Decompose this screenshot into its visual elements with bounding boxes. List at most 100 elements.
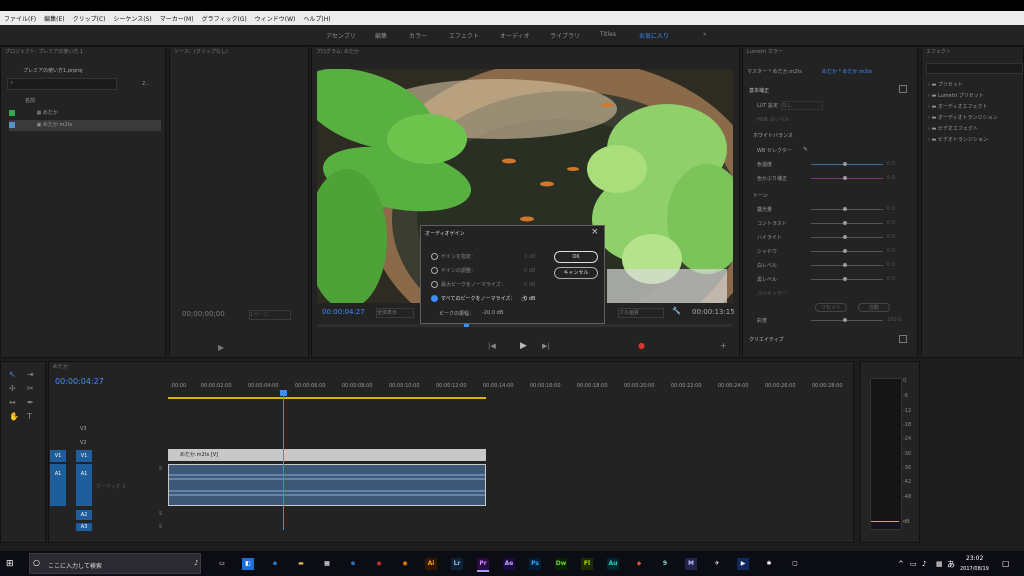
highlight-value[interactable]: 0.0 [887, 234, 895, 240]
project-panel-header[interactable]: プロジェクト: プレミアの使い方 1 [1, 47, 165, 58]
contrast-slider[interactable] [811, 223, 883, 224]
after-effects-icon[interactable]: Ae [503, 558, 515, 570]
dreamweaver-icon[interactable]: Dw [555, 558, 567, 570]
creative-header[interactable]: クリエイティブ [749, 336, 784, 343]
app-icon-gear[interactable]: ✱ [763, 558, 775, 570]
lut-select[interactable]: なし [781, 101, 823, 110]
pen-tool-icon[interactable]: ✒ [27, 398, 34, 407]
program-play-button[interactable]: ▶ [520, 341, 527, 351]
keyboard-icon[interactable]: ▦ [936, 560, 943, 568]
taskbar-search-box[interactable]: ○ ここに入力して検索 ♪ [29, 553, 201, 574]
gain-set-option[interactable]: ゲインを指定： [431, 253, 476, 260]
auto-button[interactable]: 自動 [858, 303, 890, 312]
temperature-value[interactable]: 0.0 [887, 161, 895, 167]
ok-button[interactable]: OK [554, 251, 598, 263]
audition-icon[interactable]: Au [607, 558, 619, 570]
program-current-timecode[interactable]: 00:00:04:27 [322, 308, 365, 316]
shadow-knob[interactable] [843, 249, 847, 253]
creative-checkbox[interactable] [899, 335, 907, 343]
exposure-knob[interactable] [843, 207, 847, 211]
saturation-knob[interactable] [843, 318, 847, 322]
tab-assembly[interactable]: アセンブリ [326, 31, 356, 40]
lumetri-master-label[interactable]: マスター * めだか.m2ts [747, 68, 802, 75]
menu-sequence[interactable]: シーケンス(S) [110, 14, 156, 23]
notification-icon[interactable]: ▢ [1002, 559, 1010, 568]
step-forward-icon[interactable]: ▶| [542, 342, 550, 350]
gain-set-value[interactable]: 0 dB [524, 254, 535, 260]
photoshop-icon[interactable]: Ps [529, 558, 541, 570]
solo-a2-label[interactable]: S [159, 511, 162, 517]
saturation-slider[interactable] [811, 320, 883, 321]
radio-selected-icon[interactable] [431, 295, 438, 302]
source-patch-a1[interactable]: A1 [50, 464, 66, 506]
pinned-app-icon[interactable]: ◧ [242, 558, 254, 570]
video-clip[interactable]: めだか.m2ts [V] [168, 449, 486, 461]
timeline-tab[interactable]: めだか [49, 362, 853, 373]
ripple-tool-icon[interactable]: ✢ [9, 384, 16, 393]
project-search-input[interactable]: ⌕ [7, 78, 117, 90]
tint-slider[interactable] [811, 178, 883, 179]
tab-titles[interactable]: Titles [600, 31, 616, 38]
illustrator-icon[interactable]: Ai [425, 558, 437, 570]
type-tool-icon[interactable]: T [27, 412, 32, 421]
tab-color[interactable]: カラー [409, 31, 427, 40]
chrome-icon[interactable]: ◉ [373, 558, 385, 570]
tab-effects[interactable]: エフェクト [449, 31, 479, 40]
source-page-select[interactable]: 1ページ [249, 310, 291, 320]
add-button-icon[interactable]: + [720, 341, 727, 350]
effects-item-presets[interactable]: › ▬ プリセット [928, 81, 963, 88]
audio-clip[interactable] [168, 464, 486, 506]
temperature-slider[interactable] [811, 164, 883, 165]
menu-help[interactable]: ヘルプ(H) [299, 14, 334, 23]
effects-item-video-effects[interactable]: › ▬ ビデオエフェクト [928, 125, 978, 132]
network-icon[interactable]: ▭ [910, 560, 917, 568]
record-icon[interactable]: ● [638, 341, 645, 350]
clock-time[interactable]: 23:02 [966, 555, 983, 562]
tab-favorites[interactable]: お気に入り [639, 31, 669, 40]
lumetri-clip-label[interactable]: めだか * めだか.m2ts [822, 68, 872, 75]
solo-a3-label[interactable]: S [159, 524, 162, 530]
gain-adjust-option[interactable]: ゲインの調整： [431, 267, 476, 274]
effects-search-input[interactable] [926, 63, 1023, 74]
white-level-value[interactable]: 0.0 [887, 262, 895, 268]
exposure-slider[interactable] [811, 209, 883, 210]
menu-graphic[interactable]: グラフィック(G) [198, 14, 251, 23]
eyedropper-icon[interactable]: ✎ [803, 146, 808, 153]
track-a2-label[interactable]: A2 [76, 510, 92, 520]
wrench-icon[interactable]: 🔧 [672, 307, 681, 315]
tint-value[interactable]: 0.0 [887, 175, 895, 181]
project-item-clip[interactable]: ▣ めだか.m2ts [9, 120, 161, 131]
firefox-icon[interactable]: ◉ [399, 558, 411, 570]
app-icon-pin[interactable]: ✈ [711, 558, 723, 570]
highlight-slider[interactable] [811, 237, 883, 238]
file-explorer-icon[interactable]: ▬ [295, 558, 307, 570]
source-panel-header[interactable]: ソース：(クリップなし) [170, 47, 308, 58]
reset-button[interactable]: リセット [815, 303, 847, 312]
microphone-icon[interactable]: ♪ [194, 559, 198, 567]
effects-item-audio-transitions[interactable]: › ▬ オーディオトランジション [928, 114, 998, 121]
slip-tool-icon[interactable]: ↔ [9, 398, 16, 407]
store-icon[interactable]: ▦ [321, 558, 333, 570]
hand-tool-icon[interactable]: ✋ [9, 412, 19, 421]
app-icon-orange[interactable]: ◆ [633, 558, 645, 570]
normalize-max-peak-value[interactable]: 0 dB [524, 282, 535, 288]
track-a1-label[interactable]: A1 [76, 464, 92, 506]
app-icon-nine[interactable]: 9 [659, 558, 671, 570]
premiere-icon[interactable]: Pr [477, 558, 489, 572]
black-level-value[interactable]: 0.0 [887, 276, 895, 282]
effects-item-lumetri-presets[interactable]: › ▬ Lumetri プリセット [928, 92, 984, 99]
shadow-value[interactable]: 0.0 [887, 248, 895, 254]
menu-marker[interactable]: マーカー(M) [156, 14, 198, 23]
radio-icon[interactable] [431, 267, 438, 274]
ime-indicator[interactable]: あ [947, 559, 955, 570]
adobe-app-icon[interactable]: Fl [581, 558, 593, 570]
app-icon-white[interactable]: ▢ [789, 558, 801, 570]
source-play-icon[interactable]: ▶ [218, 343, 224, 352]
menu-file[interactable]: ファイル(F) [0, 14, 40, 23]
name-column-header[interactable]: 名前 [25, 97, 35, 104]
menu-edit[interactable]: 編集(E) [40, 14, 68, 23]
contrast-knob[interactable] [843, 221, 847, 225]
selection-tool-icon[interactable]: ↖ [9, 370, 16, 379]
white-level-knob[interactable] [843, 263, 847, 267]
contrast-value[interactable]: 0.0 [887, 220, 895, 226]
